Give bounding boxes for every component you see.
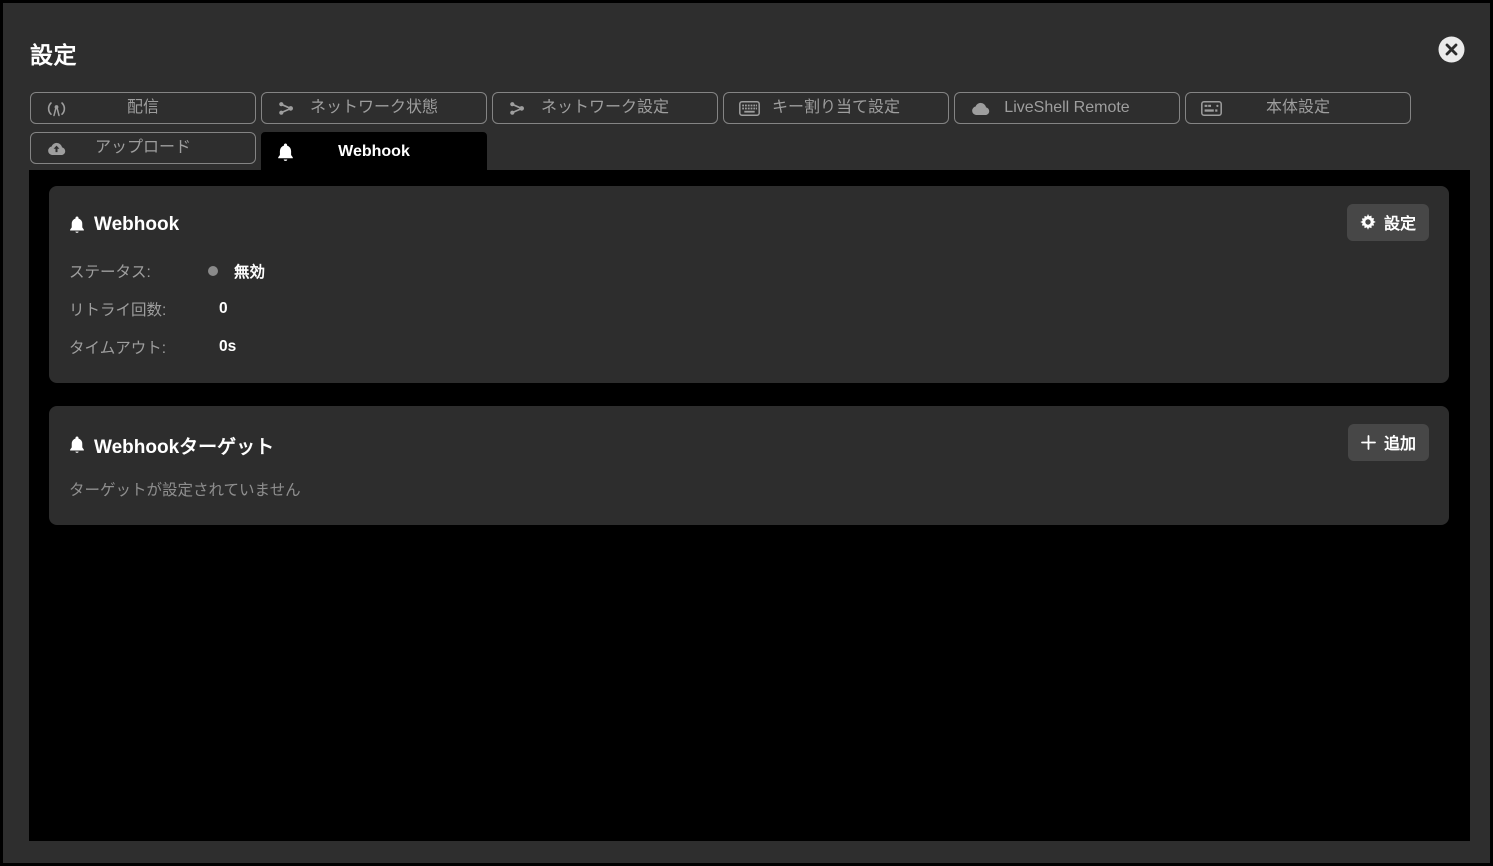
tab-device-settings[interactable]: 本体設定 (1185, 92, 1411, 124)
no-targets-message: ターゲットが設定されていません (49, 458, 1449, 500)
close-icon (1438, 36, 1465, 63)
gear-icon (1360, 214, 1376, 230)
device-icon (1201, 93, 1222, 123)
tab-liveshell-remote[interactable]: LiveShell Remote (954, 92, 1180, 124)
add-target-button[interactable]: 追加 (1348, 424, 1429, 461)
webhook-targets-panel: Webhookターゲット 追加 ターゲットが設定されていません (49, 406, 1449, 525)
webhook-settings-button[interactable]: 設定 (1347, 204, 1429, 241)
status-label: ステータス: (69, 260, 199, 282)
webhook-tab-content: Webhook 設定 ステータス: 無効 リトライ回数: 0 (29, 170, 1470, 841)
bell-icon (69, 216, 85, 234)
status-row: ステータス: 無効 (69, 252, 1429, 290)
webhook-targets-title: Webhookターゲット (94, 432, 274, 459)
keyboard-icon (739, 93, 760, 123)
webhook-info-rows: ステータス: 無効 リトライ回数: 0 タイムアウト: 0s (49, 238, 1449, 366)
tab-network-status[interactable]: ネットワーク状態 (261, 92, 487, 124)
tab-label: ネットワーク設定 (493, 100, 717, 116)
tab-webhook[interactable]: Webhook (261, 132, 487, 172)
tab-label: Webhook (262, 144, 486, 160)
cloud-upload-icon (46, 133, 67, 163)
bell-icon (69, 436, 85, 454)
network-share-icon (277, 93, 295, 123)
cloud-icon (970, 93, 991, 123)
webhook-panel-header: Webhook 設定 (49, 186, 1449, 238)
add-target-button-label: 追加 (1384, 430, 1416, 454)
timeout-value: 0s (219, 338, 236, 356)
tab-label: ネットワーク状態 (262, 100, 486, 116)
bell-icon (277, 133, 294, 171)
status-value: 無効 (234, 260, 265, 282)
dialog-title: 設定 (30, 36, 77, 70)
settings-dialog: { "window": { "title": "設定" }, "tabs": {… (0, 0, 1493, 866)
tab-network-settings[interactable]: ネットワーク設定 (492, 92, 718, 124)
webhook-panel: Webhook 設定 ステータス: 無効 リトライ回数: 0 (49, 186, 1449, 383)
tab-broadcast[interactable]: 配信 (30, 92, 256, 124)
retry-row: リトライ回数: 0 (69, 290, 1429, 328)
status-dot-icon (208, 266, 218, 276)
retry-value: 0 (219, 300, 228, 318)
close-button[interactable] (1438, 36, 1465, 63)
broadcast-icon (46, 93, 67, 123)
tab-key-assign[interactable]: キー割り当て設定 (723, 92, 949, 124)
tab-upload[interactable]: アップロード (30, 132, 256, 164)
settings-tabbar: 配信 ネットワーク状態 ネットワーク設定 (30, 92, 1422, 172)
timeout-label: タイムアウト: (69, 336, 199, 358)
webhook-settings-button-label: 設定 (1384, 210, 1416, 234)
timeout-row: タイムアウト: 0s (69, 328, 1429, 366)
retry-label: リトライ回数: (69, 298, 199, 320)
webhook-panel-title: Webhook (94, 214, 179, 236)
plus-icon (1361, 435, 1376, 450)
webhook-targets-header: Webhookターゲット 追加 (49, 406, 1449, 458)
network-share-icon (508, 93, 526, 123)
